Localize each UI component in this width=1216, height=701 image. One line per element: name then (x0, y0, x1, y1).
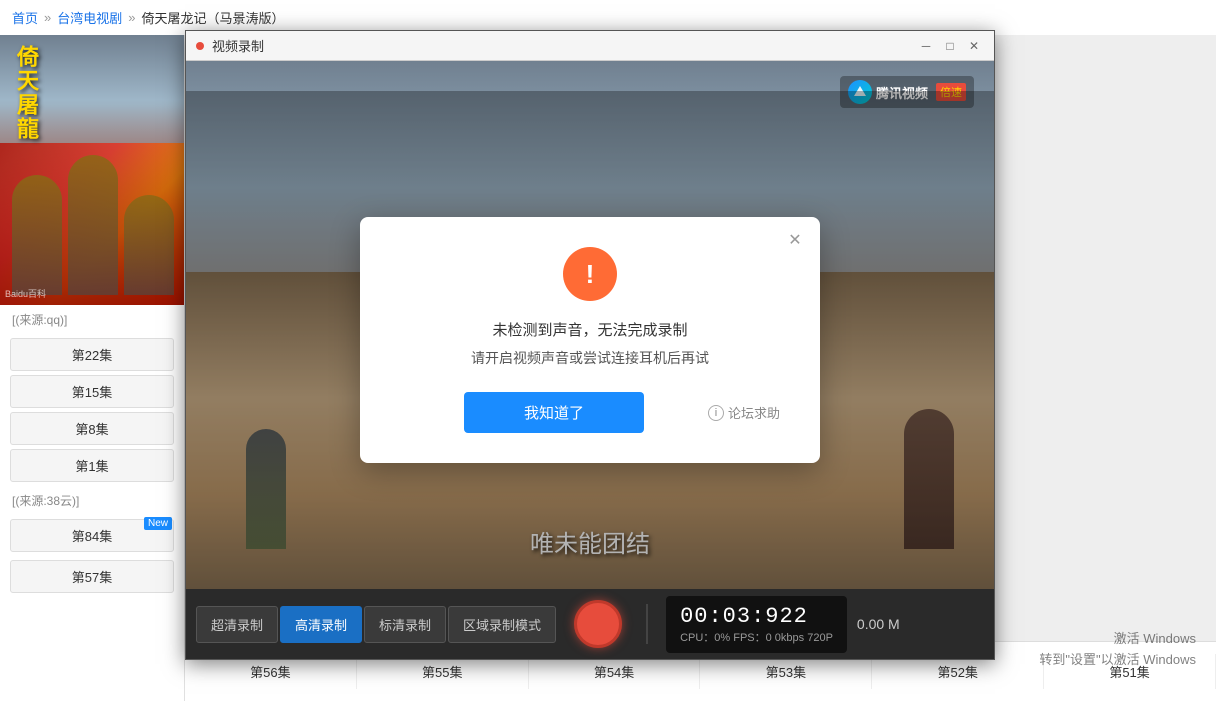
dialog-message2: 请开启视频声音或尝试连接耳机后再试 (400, 348, 780, 368)
quality-high-btn[interactable]: 高清录制 (280, 606, 362, 643)
episode-qq-1[interactable]: 第1集 (10, 449, 174, 482)
quality-region-btn[interactable]: 区域录制模式 (448, 606, 556, 643)
breadcrumb-sep2: » (128, 10, 135, 25)
dialog-actions: 我知道了 i 论坛求助 (400, 392, 780, 433)
poster-title: 倚天屠龍 (10, 45, 42, 141)
poster-content: 倚天屠龍 Baidu百科 (0, 35, 185, 305)
time-text: 00:03:922 (680, 604, 833, 629)
time-sub-stats: CPU：0% FPS：0 0kbps 720P (680, 629, 833, 645)
episode-qq-22[interactable]: 第22集 (10, 338, 174, 371)
episode-38-84-wrap: 第84集 New (10, 519, 174, 552)
episode-qq-15[interactable]: 第15集 (10, 375, 174, 408)
breadcrumb-cat[interactable]: 台湾电视剧 (57, 8, 122, 27)
close-button[interactable]: ✕ (964, 36, 984, 56)
dialog-overlay: ✕ ! 未检测到声音，无法完成录制 请开启视频声音或尝试连接耳机后再试 我知道了… (186, 91, 994, 589)
windows-activate-watermark: 激活 Windows 转到"设置"以激活 Windows (1039, 629, 1196, 671)
poster-figure-2 (68, 155, 118, 295)
source2-label: [(来源:38云)] (0, 486, 184, 515)
breadcrumb-home[interactable]: 首页 (12, 8, 38, 27)
error-dialog: ✕ ! 未检测到声音，无法完成录制 请开启视频声音或尝试连接耳机后再试 我知道了… (360, 217, 820, 463)
toolbar-separator (646, 604, 648, 644)
sidebar-poster: 倚天屠龍 Baidu百科 (0, 35, 185, 305)
source1-label: [(来源:qq)] (0, 305, 184, 334)
breadcrumb-sep1: » (44, 10, 51, 25)
size-display: 0.00 M (857, 616, 900, 632)
maximize-button[interactable]: □ (940, 36, 960, 56)
win-activate-line1: 激活 Windows (1039, 629, 1196, 650)
recorder-video: 腾讯视频 倍速 唯未能团结 ✕ ! 未检测到声音，无法完成录制 请开启视频声音或… (186, 61, 994, 589)
record-btn-container (568, 594, 628, 654)
recorder-recording-dot (196, 42, 204, 50)
episode-38-57[interactable]: 第57集 (10, 560, 174, 593)
episode-qq-8[interactable]: 第8集 (10, 412, 174, 445)
dialog-close-button[interactable]: ✕ (784, 229, 806, 251)
poster-figure-3 (124, 195, 174, 295)
recorder-window: 视频录制 ─ □ ✕ 腾讯视频 倍速 唯未能团结 (185, 30, 995, 660)
quality-std-btn[interactable]: 标清录制 (364, 606, 446, 643)
recorder-toolbar: 超清录制 高清录制 标清录制 区域录制模式 00:03:922 CPU：0% F… (186, 589, 994, 659)
dialog-warning-icon: ! (563, 247, 617, 301)
dialog-help-text: 论坛求助 (728, 403, 780, 422)
record-button[interactable] (574, 600, 622, 648)
dialog-confirm-button[interactable]: 我知道了 (464, 392, 644, 433)
recorder-titlebar: 视频录制 ─ □ ✕ (186, 31, 994, 61)
help-icon: i (708, 405, 724, 421)
new-badge: New (144, 517, 172, 530)
dialog-message1: 未检测到声音，无法完成录制 (400, 319, 780, 340)
sidebar: 倚天屠龍 Baidu百科 [(来源:qq)] 第22集 第15集 第8集 第1集… (0, 35, 185, 701)
poster-figure-1 (12, 175, 62, 295)
poster-watermark: Baidu百科 (5, 287, 46, 300)
minimize-button[interactable]: ─ (916, 36, 936, 56)
recorder-title: 视频录制 (212, 36, 912, 55)
dialog-help-link[interactable]: i 论坛求助 (708, 403, 780, 422)
win-activate-line2: 转到"设置"以激活 Windows (1039, 650, 1196, 671)
breadcrumb-current: 倚天屠龙记（马景涛版） (142, 8, 285, 27)
quality-ultra-btn[interactable]: 超清录制 (196, 606, 278, 643)
time-display: 00:03:922 CPU：0% FPS：0 0kbps 720P (666, 596, 847, 653)
